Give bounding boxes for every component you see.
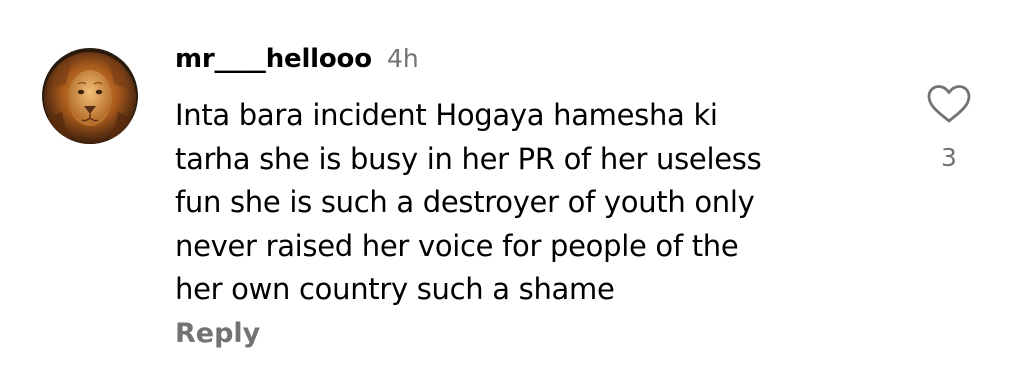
username-link[interactable]: mr____hellooo [175, 44, 372, 74]
comment-item: mr____hellooo 4h Inta bara incident Hoga… [0, 0, 1024, 386]
comment-text-line: tarha she is busy in her PR of her usele… [175, 141, 762, 176]
timestamp: 4h [386, 44, 419, 73]
heart-outline-icon [927, 85, 971, 123]
comment-text-line: her own country such a shame [175, 272, 615, 306]
like-count: 3 [941, 143, 957, 172]
lion-avatar-icon [42, 48, 138, 144]
reply-button[interactable]: Reply [175, 318, 260, 349]
comment-text: Inta bara incident Hogaya hamesha ki tar… [175, 94, 915, 312]
avatar[interactable] [42, 48, 138, 144]
comment-text-line: never raised her voice for people of the [175, 228, 739, 263]
comment-header: mr____hellooo 4h [175, 44, 419, 80]
comment-text-line: Inta bara incident Hogaya hamesha ki [175, 98, 718, 132]
comment-text-line: fun she is such a destroyer of youth onl… [175, 185, 755, 219]
like-button[interactable] [926, 84, 972, 124]
